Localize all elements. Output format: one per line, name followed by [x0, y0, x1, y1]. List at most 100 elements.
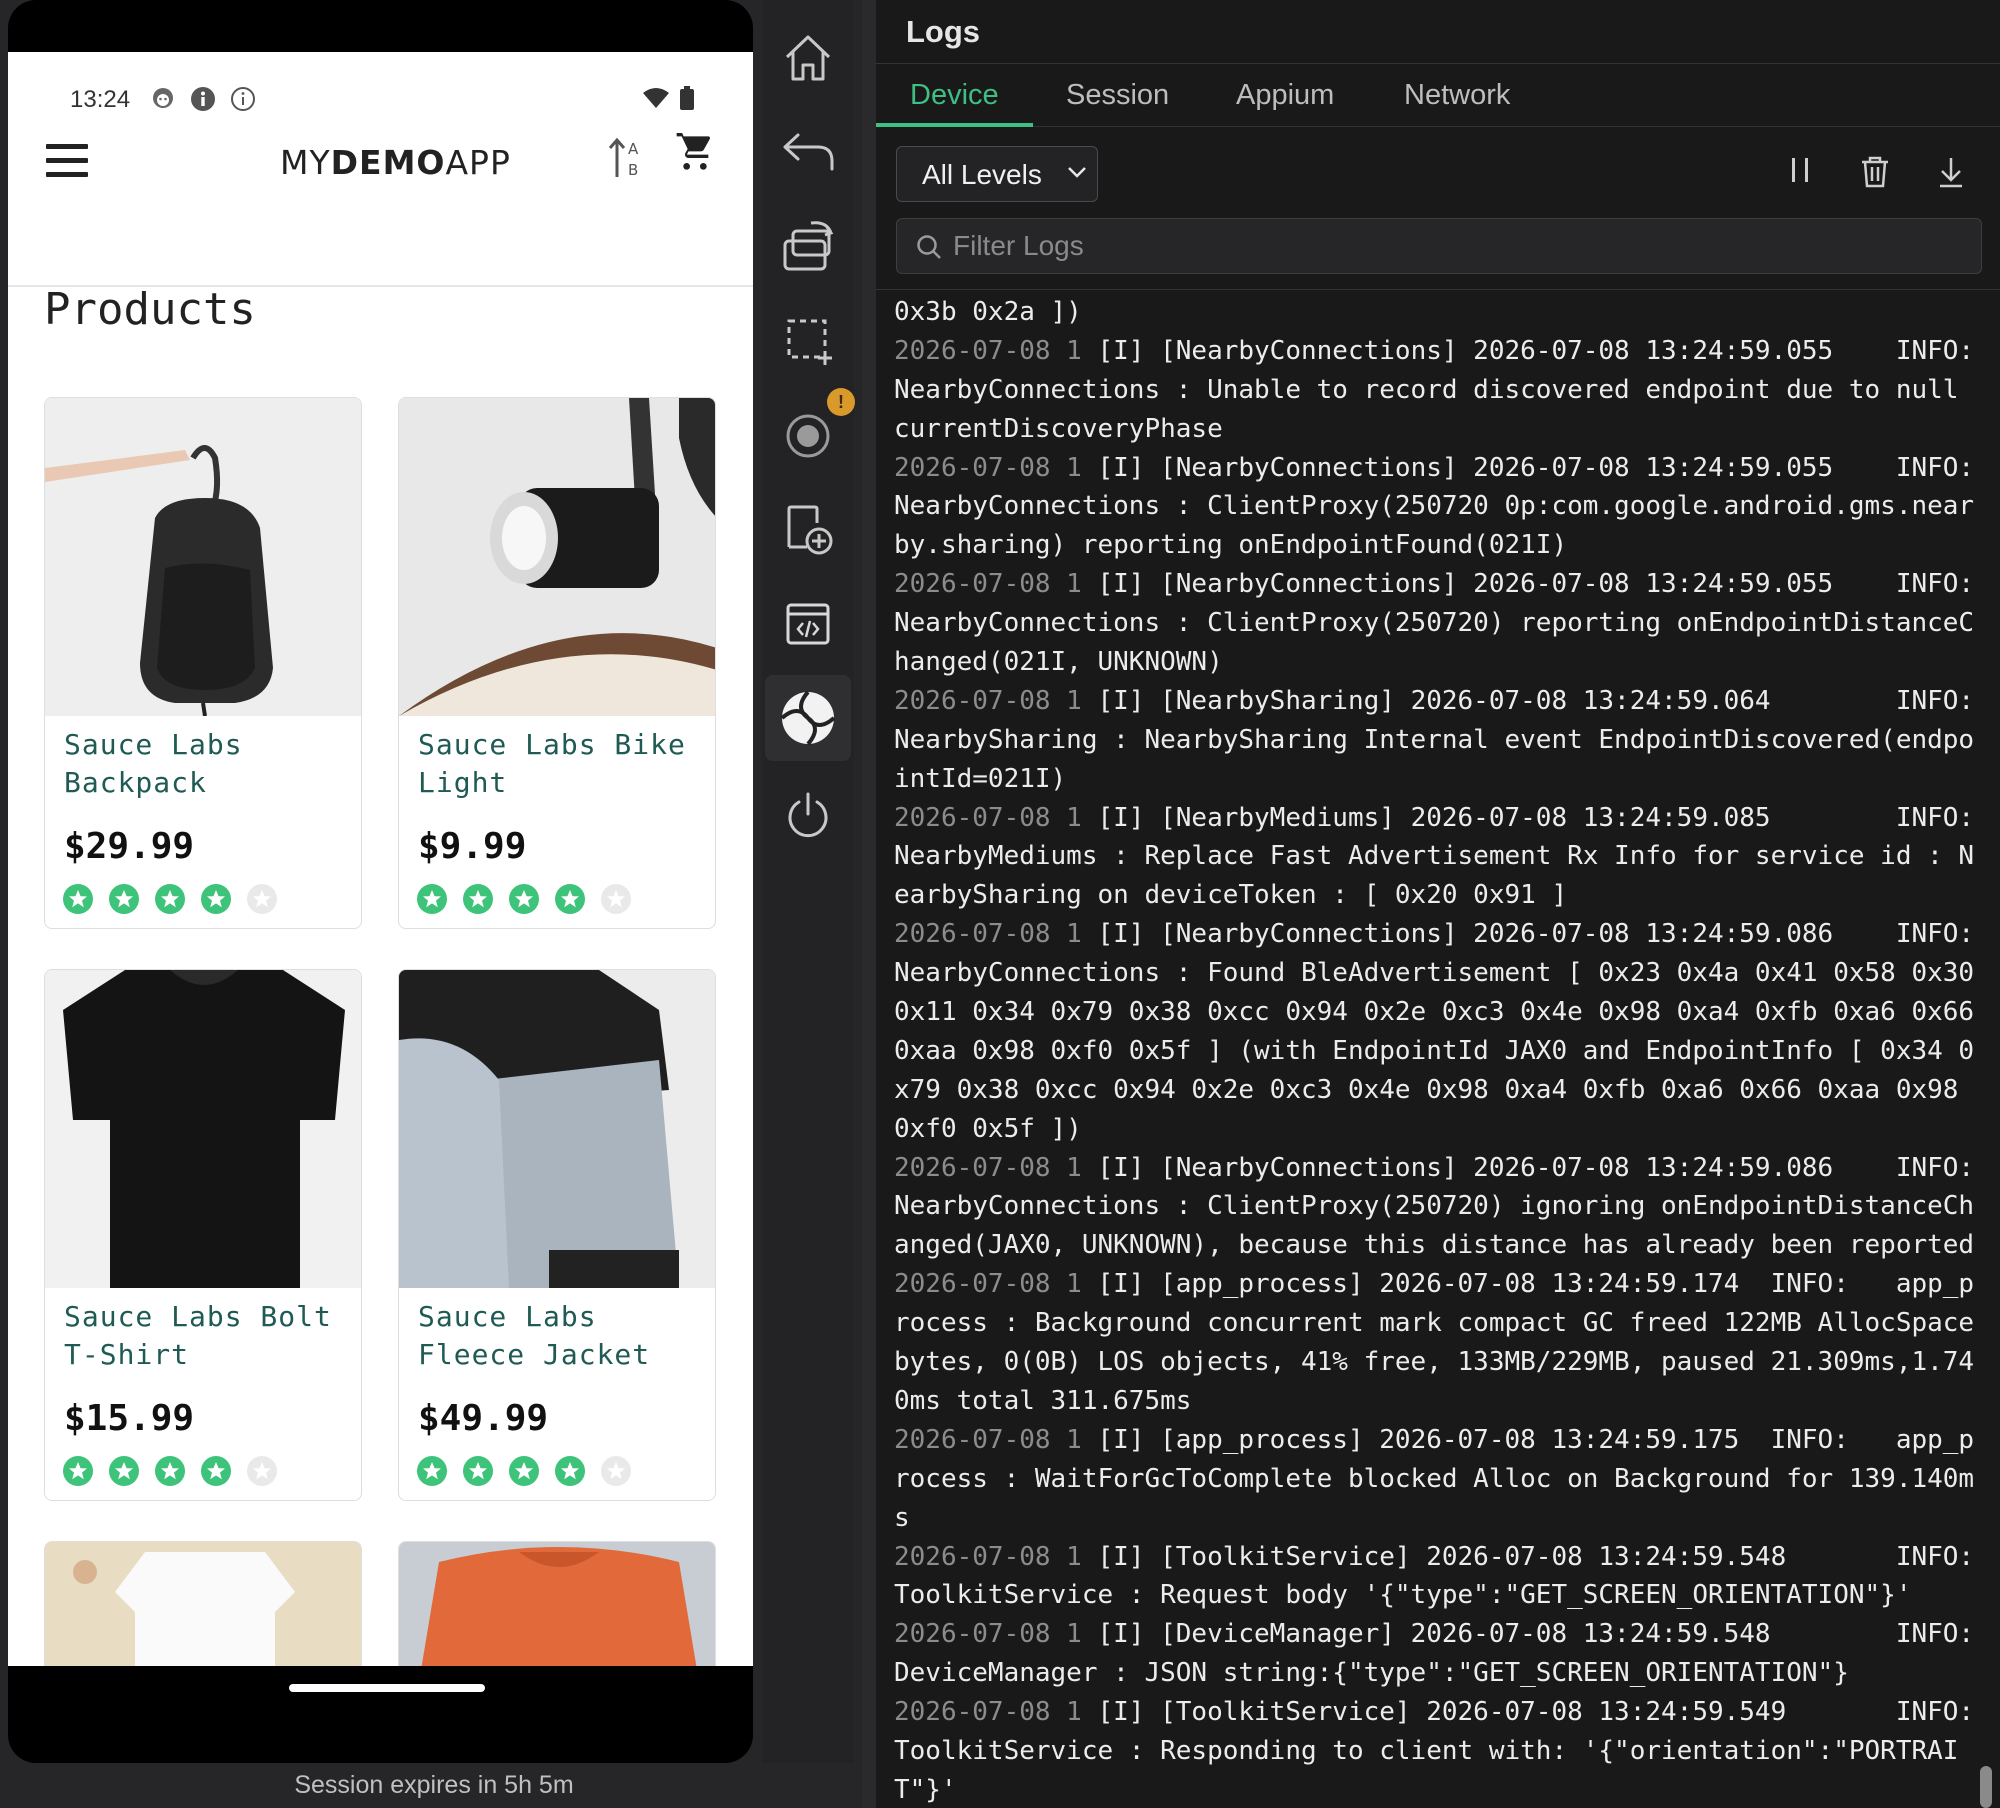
- star-icon[interactable]: [555, 884, 585, 914]
- tab-device[interactable]: Device: [910, 79, 999, 112]
- star-empty-icon[interactable]: [247, 1456, 277, 1486]
- inspector-icon: [786, 603, 830, 645]
- star-icon[interactable]: [109, 1456, 139, 1486]
- log-line: 2026-07-08 1 [I] [ToolkitService] 2026-0…: [894, 1693, 1974, 1732]
- log-line-timestamp: 2026-07-08 1: [894, 1269, 1082, 1300]
- log-line: 2026-07-08 1 [I] [app_process] 2026-07-0…: [894, 1421, 1974, 1460]
- app-bar: MYDEMOAPP AB: [8, 133, 753, 287]
- screenshot-region-icon: [787, 319, 832, 365]
- log-scrollbar[interactable]: [1980, 1766, 1992, 1808]
- cart-icon[interactable]: [675, 133, 715, 173]
- star-icon[interactable]: [155, 884, 185, 914]
- star-icon[interactable]: [417, 1456, 447, 1486]
- rotate-button[interactable]: [780, 218, 836, 274]
- power-button[interactable]: [780, 787, 836, 843]
- star-icon[interactable]: [417, 884, 447, 914]
- product-card[interactable]: Sauce Labs Fleece Jacket $49.99: [398, 969, 716, 1501]
- logs-controls: All Levels: [876, 128, 2000, 290]
- device-toolbar: !: [762, 0, 855, 1763]
- svg-text:B: B: [628, 161, 638, 179]
- star-icon[interactable]: [463, 1456, 493, 1486]
- log-line: by.sharing) reporting onEndpointFound(02…: [894, 526, 1974, 565]
- tab-session[interactable]: Session: [1066, 79, 1169, 112]
- log-line-timestamp: 2026-07-08 1: [894, 1697, 1082, 1728]
- log-line: 0xf0 0x5f ]): [894, 1110, 1974, 1149]
- star-empty-icon[interactable]: [601, 1456, 631, 1486]
- aperture-button[interactable]: [765, 675, 851, 761]
- log-line-text: rocess : WaitForGcToComplete blocked All…: [894, 1463, 1974, 1494]
- rating-stars[interactable]: [417, 1456, 631, 1486]
- tab-network[interactable]: Network: [1404, 79, 1510, 112]
- product-price: $29.99: [64, 826, 195, 867]
- star-icon[interactable]: [63, 1456, 93, 1486]
- product-card-partial[interactable]: [398, 1541, 716, 1666]
- record-icon: [786, 414, 830, 458]
- tab-appium[interactable]: Appium: [1236, 79, 1334, 112]
- product-name[interactable]: Sauce Labs Fleece Jacket: [418, 1298, 708, 1374]
- install-app-button[interactable]: [780, 502, 836, 558]
- sort-icon[interactable]: AB: [608, 137, 648, 179]
- log-line: ToolkitService : Responding to client wi…: [894, 1732, 1974, 1771]
- product-name[interactable]: Sauce Labs Backpack: [64, 726, 354, 802]
- product-name[interactable]: Sauce Labs Bolt T-Shirt: [64, 1298, 354, 1374]
- rating-stars[interactable]: [417, 884, 631, 914]
- log-line: NearbyConnections : ClientProxy(250720) …: [894, 1187, 1974, 1226]
- log-line-text: [I] [NearbyConnections] 2026-07-08 13:24…: [1081, 452, 1974, 483]
- log-line-text: [I] [NearbyConnections] 2026-07-08 13:24…: [1081, 335, 1974, 366]
- home-button[interactable]: [780, 30, 836, 86]
- star-icon[interactable]: [155, 1456, 185, 1486]
- log-line: 2026-07-08 1 [I] [DeviceManager] 2026-07…: [894, 1615, 1974, 1654]
- star-icon[interactable]: [63, 884, 93, 914]
- pause-icon[interactable]: [1788, 155, 1812, 185]
- star-icon[interactable]: [463, 884, 493, 914]
- log-line-timestamp: 2026-07-08 1: [894, 802, 1082, 833]
- star-icon[interactable]: [109, 884, 139, 914]
- star-empty-icon[interactable]: [247, 884, 277, 914]
- star-icon[interactable]: [509, 884, 539, 914]
- level-select[interactable]: All Levels: [896, 146, 1098, 202]
- rating-stars[interactable]: [63, 884, 277, 914]
- power-icon: [788, 792, 828, 838]
- page-title: Products: [44, 284, 256, 335]
- log-line: anged(JAX0, UNKNOWN), because this dista…: [894, 1226, 1974, 1265]
- home-indicator[interactable]: [289, 1684, 485, 1692]
- star-icon[interactable]: [509, 1456, 539, 1486]
- trash-icon[interactable]: [1859, 155, 1891, 189]
- screenshot-region-button[interactable]: [780, 312, 836, 368]
- star-icon[interactable]: [555, 1456, 585, 1486]
- warning-badge: !: [827, 388, 855, 416]
- star-icon[interactable]: [201, 884, 231, 914]
- log-line-timestamp: 2026-07-08 1: [894, 1152, 1082, 1183]
- menu-icon[interactable]: [46, 144, 88, 178]
- log-line-text: x79 0x38 0xcc 0x94 0x2e 0xc3 0x4e 0x98 0…: [894, 1074, 1959, 1105]
- device-screen[interactable]: 13:24 MYDEMOAPP AB Products Sauce Labs B…: [8, 52, 753, 1666]
- log-line-timestamp: 2026-07-08 1: [894, 452, 1082, 483]
- product-name[interactable]: Sauce Labs Bike Light: [418, 726, 708, 802]
- back-button[interactable]: [780, 124, 836, 180]
- status-time: 13:24: [70, 86, 131, 113]
- product-card-partial[interactable]: [44, 1541, 362, 1666]
- rating-stars[interactable]: [63, 1456, 277, 1486]
- log-line: earbySharing on deviceToken : [ 0x20 0x9…: [894, 876, 1974, 915]
- red-sweater-image: [399, 1542, 715, 1666]
- log-output[interactable]: 0x3b 0x2a ]) 2026-07-08 1 [I] [NearbyConn…: [894, 293, 1974, 1808]
- filter-box[interactable]: [896, 218, 1982, 274]
- product-card[interactable]: Sauce Labs Backpack $29.99: [44, 397, 362, 929]
- level-select-value: All Levels: [922, 159, 1042, 190]
- star-empty-icon[interactable]: [601, 884, 631, 914]
- log-line-text: [I] [ToolkitService] 2026-07-08 13:24:59…: [1081, 1697, 1974, 1728]
- log-line-text: 0x3b 0x2a ]): [894, 297, 1082, 327]
- product-card[interactable]: Sauce Labs Bolt T-Shirt $15.99: [44, 969, 362, 1501]
- log-line: x79 0x38 0xcc 0x94 0x2e 0xc3 0x4e 0x98 0…: [894, 1071, 1974, 1110]
- log-line: 0xaa 0x98 0xf0 0x5f ] (with EndpointId J…: [894, 1032, 1974, 1071]
- inspector-button[interactable]: [780, 596, 836, 652]
- logs-title: Logs: [906, 14, 981, 49]
- download-icon[interactable]: [1936, 155, 1966, 189]
- record-button[interactable]: [780, 408, 836, 464]
- product-card[interactable]: Sauce Labs Bike Light $9.99: [398, 397, 716, 929]
- star-icon[interactable]: [201, 1456, 231, 1486]
- info-filled-icon: [191, 87, 215, 111]
- logs-panel: Logs Device Session Appium Network All L…: [876, 0, 2000, 1808]
- panel-divider[interactable]: [862, 0, 876, 1808]
- filter-logs-input[interactable]: [953, 227, 1953, 265]
